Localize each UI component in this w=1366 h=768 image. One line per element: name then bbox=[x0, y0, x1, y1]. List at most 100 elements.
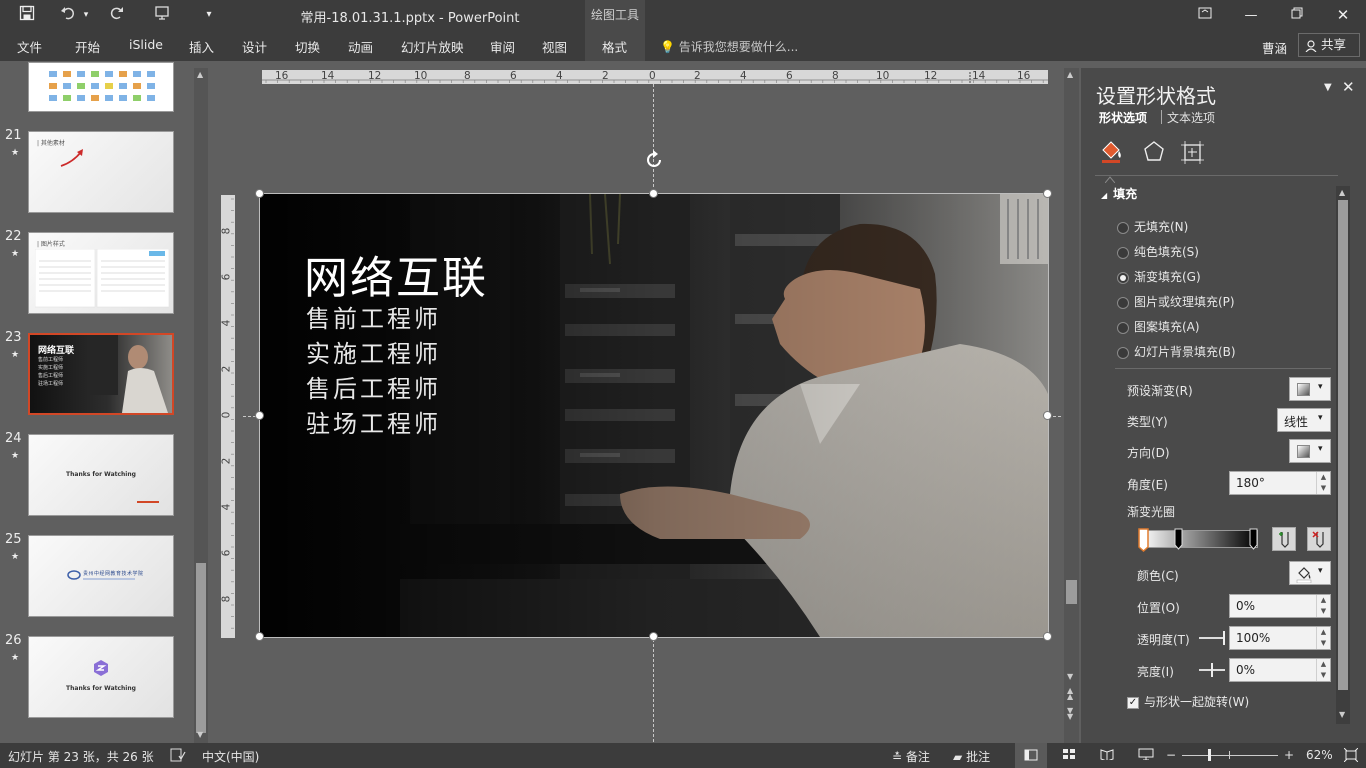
spinner-arrows-icon[interactable]: ▲ ▼ bbox=[1316, 627, 1330, 649]
restore-icon[interactable] bbox=[1274, 0, 1320, 31]
angle-input[interactable]: 180° ▲ ▼ bbox=[1229, 471, 1331, 495]
thumbnail-scrollbar[interactable]: ▲ ▼ bbox=[194, 68, 208, 743]
account-name[interactable]: 曹涵 bbox=[1262, 38, 1287, 57]
slideshow-icon[interactable] bbox=[1138, 748, 1154, 763]
zoom-in-icon[interactable]: + bbox=[1284, 748, 1294, 762]
direction-dropdown[interactable]: ▾ bbox=[1289, 439, 1331, 463]
thumbnail-slide-22[interactable]: | 图片样式 bbox=[28, 232, 174, 314]
radio-background-fill[interactable]: 幻灯片背景填充(B) bbox=[1117, 343, 1236, 361]
ribbon-display-options-icon[interactable] bbox=[1182, 0, 1228, 31]
share-button[interactable]: 共享 bbox=[1298, 33, 1360, 57]
radio-button[interactable] bbox=[1117, 296, 1129, 309]
pane-options-icon[interactable]: ▼ bbox=[1324, 82, 1332, 93]
previous-slide-icon[interactable]: ▲ ▲ bbox=[1067, 687, 1073, 701]
rotate-with-shape-checkbox[interactable]: ✓ 与形状一起旋转(W) bbox=[1127, 693, 1249, 710]
next-slide-icon[interactable]: ▼ ▼ bbox=[1067, 707, 1073, 721]
zoom-level[interactable]: 62% bbox=[1306, 748, 1333, 762]
pane-scroll-thumb[interactable] bbox=[1338, 200, 1348, 690]
gradient-stop[interactable] bbox=[1249, 528, 1258, 550]
radio-gradient-fill[interactable]: 渐变填充(G) bbox=[1117, 268, 1201, 286]
radio-no-fill[interactable]: 无填充(N) bbox=[1117, 218, 1188, 236]
spinner-arrows-icon[interactable]: ▲ ▼ bbox=[1316, 659, 1330, 681]
tab-transitions[interactable]: 切换 bbox=[295, 37, 320, 56]
scroll-up-icon[interactable]: ▲ bbox=[1067, 70, 1073, 79]
fill-section-header[interactable]: ◢ 填充 bbox=[1101, 185, 1137, 202]
radio-button[interactable] bbox=[1117, 246, 1129, 259]
tab-animations[interactable]: 动画 bbox=[348, 37, 373, 56]
pane-scrollbar[interactable]: ▲ ▼ bbox=[1336, 186, 1350, 724]
resize-handle-top-right[interactable] bbox=[1043, 189, 1052, 198]
slide-sorter-icon[interactable] bbox=[1062, 748, 1076, 763]
tab-islide[interactable]: iSlide bbox=[129, 37, 163, 52]
spinner-arrows-icon[interactable]: ▲ ▼ bbox=[1316, 595, 1330, 617]
resize-handle-bottom-left[interactable] bbox=[255, 632, 264, 641]
tab-insert[interactable]: 插入 bbox=[189, 37, 214, 56]
tab-view[interactable]: 视图 bbox=[542, 37, 567, 56]
brightness-slider-thumb[interactable] bbox=[1211, 663, 1213, 677]
scroll-down-icon[interactable]: ▼ bbox=[197, 730, 203, 739]
resize-handle-top-left[interactable] bbox=[255, 189, 264, 198]
resize-handle-bottom[interactable] bbox=[649, 632, 658, 641]
thumbnail-scroll-thumb[interactable] bbox=[196, 563, 206, 733]
fill-line-icon[interactable] bbox=[1099, 138, 1125, 164]
scroll-down-icon[interactable]: ▼ bbox=[1339, 710, 1345, 719]
tab-file[interactable]: 文件 bbox=[17, 37, 42, 56]
radio-button[interactable] bbox=[1117, 346, 1129, 359]
gradient-stop[interactable] bbox=[1174, 528, 1183, 550]
checkbox-checked-icon[interactable]: ✓ bbox=[1127, 696, 1139, 709]
type-dropdown[interactable]: 线性 ▾ bbox=[1277, 408, 1331, 432]
color-picker-dropdown[interactable]: ▾ bbox=[1289, 561, 1331, 585]
scroll-up-icon[interactable]: ▲ bbox=[1339, 188, 1345, 197]
comments-button[interactable]: ▰ 批注 bbox=[953, 748, 990, 765]
gradient-stops-bar[interactable] bbox=[1140, 530, 1258, 548]
effects-icon[interactable] bbox=[1141, 139, 1167, 165]
radio-button[interactable] bbox=[1117, 221, 1129, 234]
tab-design[interactable]: 设计 bbox=[242, 37, 267, 56]
close-icon[interactable]: ✕ bbox=[1320, 0, 1366, 31]
spell-check-icon[interactable] bbox=[170, 748, 186, 765]
thumbnail-slide-23[interactable]: 网络互联 售前工程师 实施工程师 售后工程师 驻场工程师 bbox=[28, 333, 174, 415]
transparency-slider-thumb[interactable] bbox=[1223, 631, 1225, 645]
radio-solid-fill[interactable]: 纯色填充(S) bbox=[1117, 243, 1199, 261]
tab-home[interactable]: 开始 bbox=[75, 37, 100, 56]
resize-handle-bottom-right[interactable] bbox=[1043, 632, 1052, 641]
radio-pattern-fill[interactable]: 图案填充(A) bbox=[1117, 318, 1200, 336]
resize-handle-right[interactable] bbox=[1043, 411, 1052, 420]
gradient-stop-selected[interactable] bbox=[1138, 528, 1149, 553]
resize-handle-left[interactable] bbox=[255, 411, 264, 420]
position-input[interactable]: 0% ▲ ▼ bbox=[1229, 594, 1331, 618]
preset-gradient-dropdown[interactable]: ▾ bbox=[1289, 377, 1331, 401]
zoom-slider[interactable] bbox=[1182, 755, 1278, 756]
transparency-slider[interactable] bbox=[1199, 637, 1225, 639]
thumbnail-slide-21[interactable]: | 其他素材 bbox=[28, 131, 174, 213]
reading-view-icon[interactable] bbox=[1100, 748, 1114, 763]
tab-shape-options[interactable]: 形状选项 bbox=[1099, 109, 1147, 126]
radio-picture-fill[interactable]: 图片或纹理填充(P) bbox=[1117, 293, 1235, 311]
normal-view-icon[interactable] bbox=[1015, 743, 1047, 768]
tab-review[interactable]: 审阅 bbox=[490, 37, 515, 56]
tab-text-options[interactable]: 文本选项 bbox=[1167, 109, 1215, 126]
transparency-input[interactable]: 100% ▲ ▼ bbox=[1229, 626, 1331, 650]
scroll-down-icon[interactable]: ▼ bbox=[1067, 672, 1073, 681]
notes-button[interactable]: ≛ 备注 bbox=[892, 748, 930, 765]
radio-button[interactable] bbox=[1117, 271, 1129, 284]
rotate-handle-icon[interactable] bbox=[643, 149, 665, 171]
thumbnail-slide-20[interactable] bbox=[28, 62, 174, 112]
radio-button[interactable] bbox=[1117, 321, 1129, 334]
scroll-up-icon[interactable]: ▲ bbox=[197, 70, 203, 79]
minimize-icon[interactable]: — bbox=[1228, 0, 1274, 31]
pane-close-icon[interactable]: ✕ bbox=[1342, 78, 1355, 96]
tab-slideshow[interactable]: 幻灯片放映 bbox=[401, 37, 464, 56]
thumbnail-slide-26[interactable]: Thanks for Watching bbox=[28, 636, 174, 718]
language-indicator[interactable]: 中文(中国) bbox=[202, 748, 259, 765]
fit-slide-icon[interactable] bbox=[1343, 747, 1359, 765]
thumbnail-slide-25[interactable]: 贵州中经网教育技术学院 bbox=[28, 535, 174, 617]
add-gradient-stop-icon[interactable] bbox=[1272, 527, 1296, 551]
tab-format[interactable]: 格式 bbox=[602, 37, 627, 56]
thumbnail-slide-24[interactable]: Thanks for Watching bbox=[28, 434, 174, 516]
tell-me-box[interactable]: 💡 告诉我您想要做什么... bbox=[660, 38, 798, 55]
remove-gradient-stop-icon[interactable] bbox=[1307, 527, 1331, 551]
spinner-arrows-icon[interactable]: ▲ ▼ bbox=[1316, 472, 1330, 494]
zoom-slider-thumb[interactable] bbox=[1208, 749, 1211, 761]
zoom-out-icon[interactable]: − bbox=[1166, 748, 1176, 762]
